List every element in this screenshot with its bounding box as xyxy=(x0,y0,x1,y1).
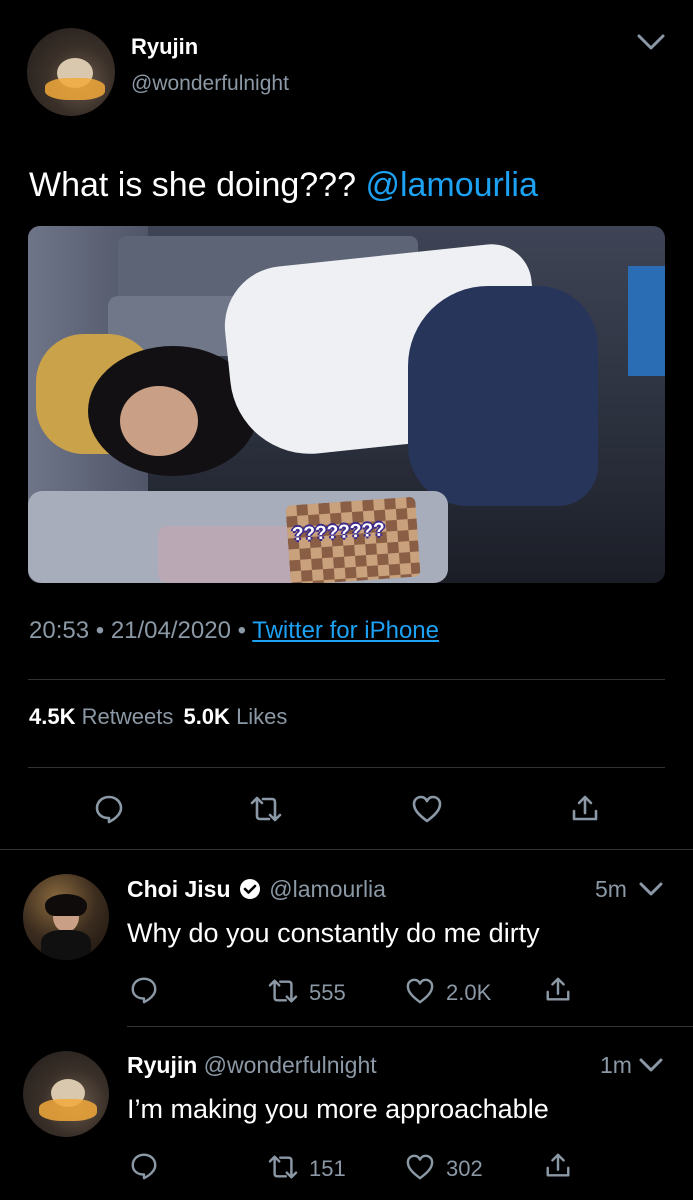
share-icon[interactable] xyxy=(544,1151,572,1181)
reply-header: Choi Jisu @lamourlia xyxy=(127,876,386,906)
reply-icon[interactable] xyxy=(129,975,159,1005)
tweet-source-link[interactable]: Twitter for iPhone xyxy=(252,617,439,644)
retweets-stat[interactable]: 4.5K Retweets xyxy=(29,704,179,729)
share-icon[interactable] xyxy=(570,793,600,825)
tweet-body: What is she doing??? xyxy=(29,166,356,204)
retweet-icon[interactable] xyxy=(266,1153,300,1181)
tweet-text: What is she doing??? @lamourlia xyxy=(29,166,538,205)
reply-author-name[interactable]: Choi Jisu xyxy=(127,876,231,902)
reply-like-count: 302 xyxy=(446,1156,483,1181)
author-handle[interactable]: @wonderfulnight xyxy=(131,72,289,96)
reply-author-name[interactable]: Ryujin xyxy=(127,1052,197,1078)
retweet-icon[interactable] xyxy=(266,977,300,1005)
chevron-down-icon[interactable] xyxy=(637,878,665,900)
reply-retweet-count: 151 xyxy=(309,1156,346,1181)
mention-link[interactable]: @lamourlia xyxy=(365,166,537,204)
share-icon[interactable] xyxy=(544,975,572,1005)
tweet-time: 20:53 xyxy=(29,617,90,644)
reply-author-handle[interactable]: @lamourlia xyxy=(269,876,386,902)
divider xyxy=(0,849,693,850)
divider xyxy=(127,1026,693,1027)
tweet-meta: 20:53 • 21/04/2020 • Twitter for iPhone xyxy=(29,617,439,645)
retweets-label: Retweets xyxy=(81,704,174,729)
likes-count: 5.0K xyxy=(183,704,230,729)
chevron-down-icon[interactable] xyxy=(637,1054,665,1076)
meta-separator: • xyxy=(237,617,247,644)
reply-retweet-count: 555 xyxy=(309,980,346,1005)
retweets-count: 4.5K xyxy=(29,704,76,729)
chevron-down-icon[interactable] xyxy=(636,30,666,54)
divider xyxy=(28,767,665,768)
reply-avatar[interactable] xyxy=(23,874,109,960)
reply-icon[interactable] xyxy=(129,1151,159,1181)
reply-time: 5m xyxy=(595,876,627,902)
like-icon[interactable] xyxy=(404,977,436,1005)
author-name[interactable]: Ryujin xyxy=(131,34,198,60)
verified-badge-icon xyxy=(239,878,261,906)
divider xyxy=(28,679,665,680)
reply-text: Why do you constantly do me dirty xyxy=(127,918,540,948)
tweet-photo[interactable]: ???????? xyxy=(28,226,665,583)
meta-separator: • xyxy=(95,617,105,644)
like-icon[interactable] xyxy=(404,1153,436,1181)
reply-time: 1m xyxy=(600,1052,632,1078)
reply-avatar[interactable] xyxy=(23,1051,109,1137)
likes-label: Likes xyxy=(236,704,288,729)
reply-like-count: 2.0K xyxy=(446,980,492,1005)
reply-icon[interactable] xyxy=(93,793,125,825)
retweet-icon[interactable] xyxy=(248,794,284,824)
likes-stat[interactable]: 5.0K Likes xyxy=(183,704,287,729)
reply-header: Ryujin @wonderfulnight xyxy=(127,1052,377,1079)
author-avatar[interactable] xyxy=(27,28,115,116)
reply-author-handle[interactable]: @wonderfulnight xyxy=(204,1052,377,1078)
tweet-stats: 4.5K Retweets 5.0K Likes xyxy=(29,704,287,730)
like-icon[interactable] xyxy=(411,794,443,824)
reply-text: I’m making you more approachable xyxy=(127,1094,549,1124)
tweet-date: 21/04/2020 xyxy=(110,617,231,644)
